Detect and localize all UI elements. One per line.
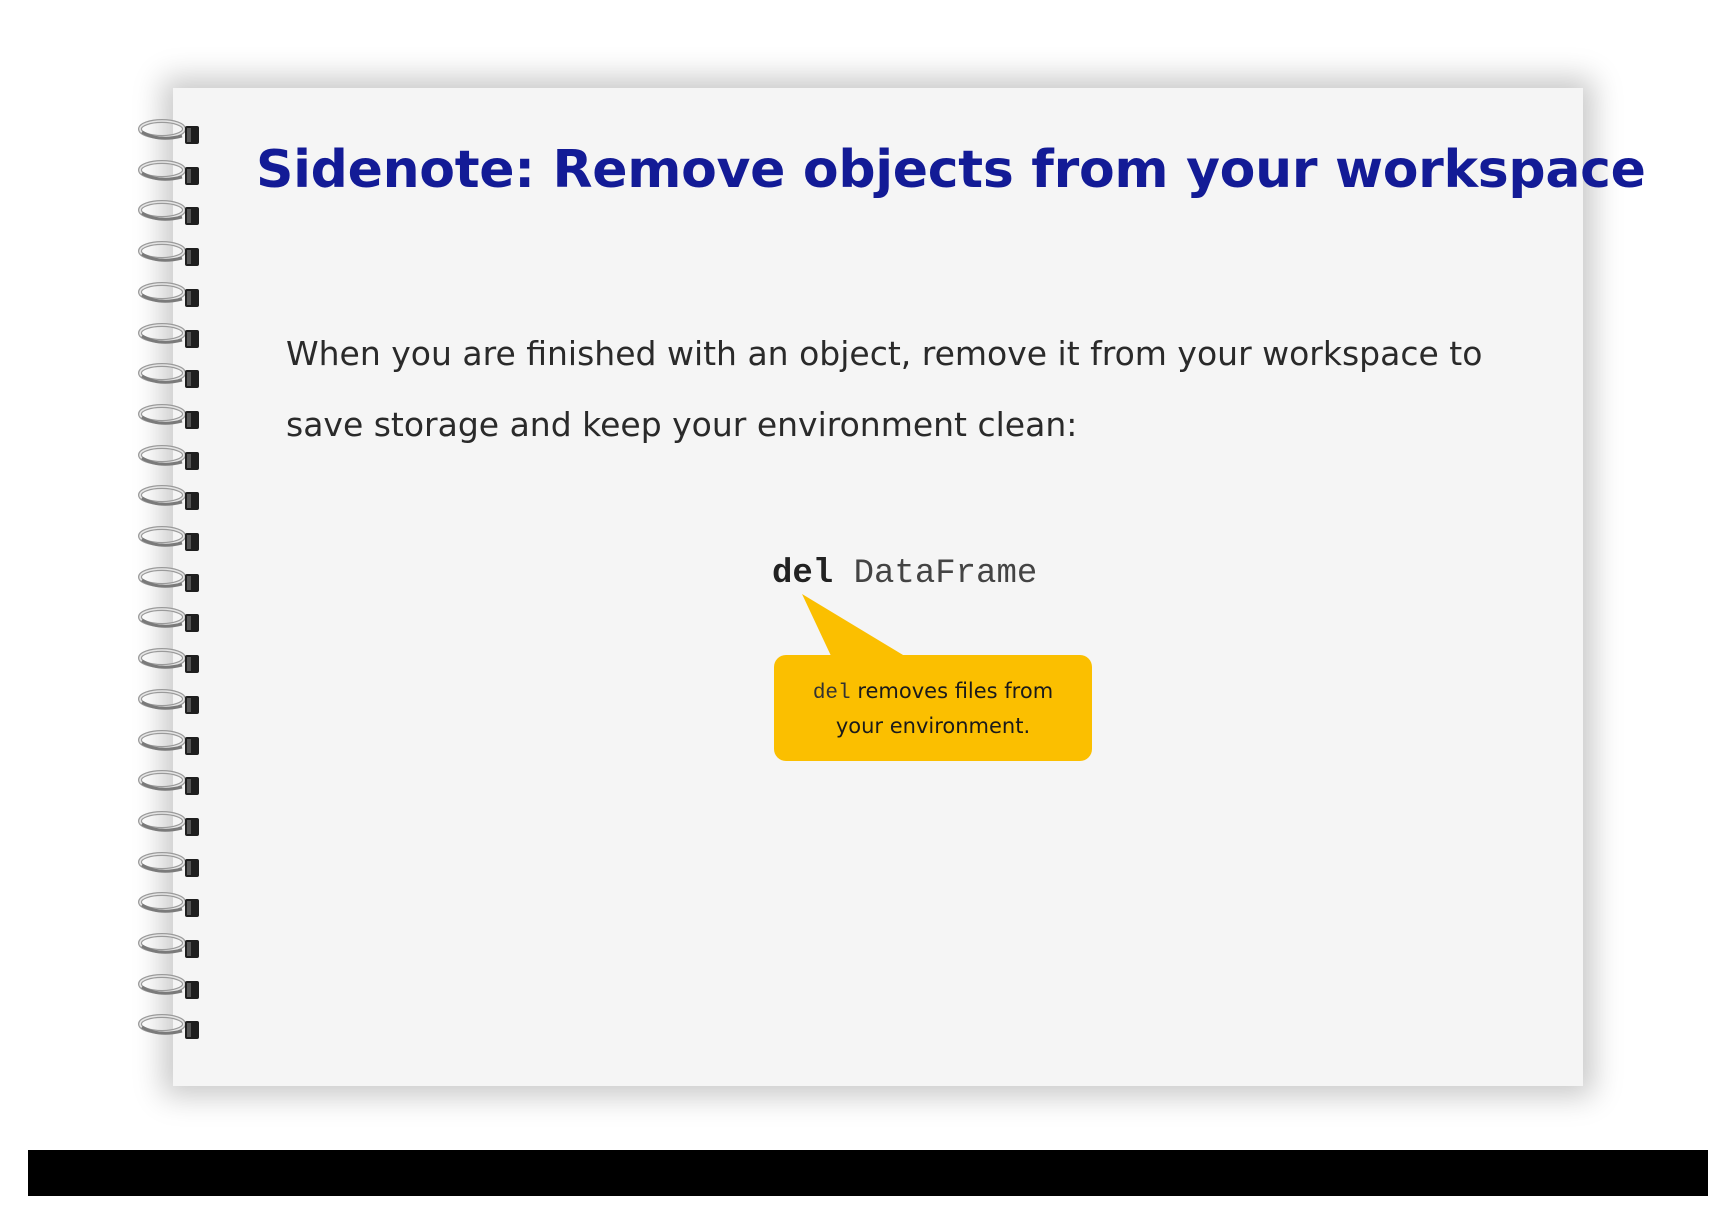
spiral-binding bbox=[138, 118, 208, 1058]
code-example: del DataFrame bbox=[772, 555, 1037, 593]
spiral-ring bbox=[138, 851, 199, 877]
spiral-ring bbox=[138, 281, 199, 307]
spiral-ring bbox=[138, 444, 199, 470]
callout-code: del bbox=[812, 681, 851, 705]
callout-pointer bbox=[802, 594, 908, 658]
callout-box: del removes files from your environment. bbox=[774, 655, 1092, 761]
spiral-ring bbox=[138, 973, 199, 999]
spiral-ring bbox=[138, 1014, 199, 1040]
spiral-ring bbox=[138, 566, 199, 592]
spiral-ring bbox=[138, 363, 199, 389]
slide-title: Sidenote: Remove objects from your works… bbox=[256, 140, 1646, 200]
spiral-ring bbox=[138, 648, 199, 674]
spiral-ring bbox=[138, 607, 199, 633]
spiral-ring bbox=[138, 729, 199, 755]
spiral-ring bbox=[138, 688, 199, 714]
body-paragraph: When you are finished with an object, re… bbox=[286, 318, 1486, 460]
spiral-ring bbox=[138, 485, 199, 511]
body-line-2: save storage and keep your environment c… bbox=[286, 405, 1078, 444]
spiral-ring bbox=[138, 770, 199, 796]
spiral-ring bbox=[138, 933, 199, 958]
code-keyword: del bbox=[772, 555, 834, 593]
spiral-ring bbox=[138, 322, 199, 348]
spiral-ring bbox=[138, 810, 199, 836]
spiral-ring bbox=[138, 159, 199, 185]
spiral-ring bbox=[138, 892, 199, 918]
callout-text-1: removes files from bbox=[857, 678, 1054, 703]
spiral-ring bbox=[138, 119, 199, 144]
spiral-ring bbox=[138, 403, 199, 429]
callout-text-2: your environment. bbox=[835, 713, 1031, 738]
footer-bar bbox=[28, 1150, 1708, 1196]
spiral-ring bbox=[138, 526, 199, 551]
spiral-ring bbox=[138, 200, 199, 226]
code-argument: DataFrame bbox=[853, 555, 1038, 593]
spiral-ring bbox=[138, 241, 199, 267]
body-line-1: When you are finished with an object, re… bbox=[286, 334, 1483, 373]
